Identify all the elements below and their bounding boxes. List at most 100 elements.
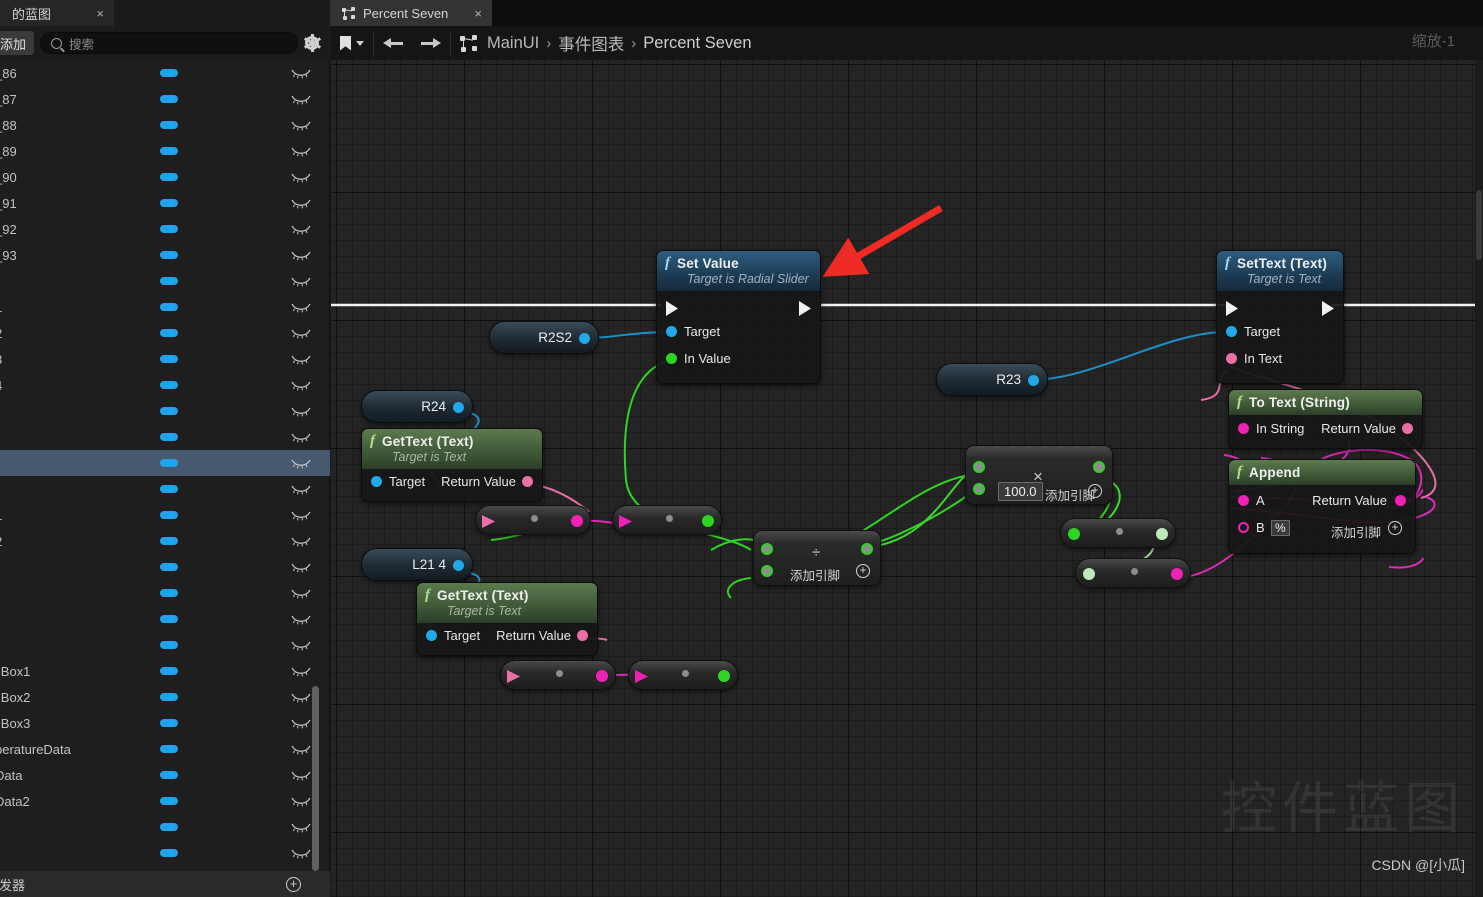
eye-closed-icon[interactable] xyxy=(290,743,312,755)
exec-input-pin[interactable] xyxy=(1226,301,1238,316)
variable-row[interactable]: 3 xyxy=(0,346,330,372)
variable-type-pill[interactable] xyxy=(160,381,178,389)
variable-type-pill[interactable] xyxy=(160,823,178,831)
output-pin-return-value[interactable] xyxy=(1395,495,1406,506)
exec-output-pin[interactable] xyxy=(799,301,811,316)
variables-list[interactable]: _86 _87 _88 _89 _90 _91 _92 _93 1 2 3 4 1 2 llBox1 llBo… xyxy=(0,60,330,866)
breadcrumb-event-graph[interactable]: 事件图表 xyxy=(553,31,629,55)
input-pin-in-text[interactable] xyxy=(1226,353,1237,364)
eye-closed-icon[interactable] xyxy=(290,613,312,625)
output-pin-float[interactable] xyxy=(702,515,714,527)
eye-closed-icon[interactable] xyxy=(290,847,312,859)
variable-type-pill[interactable] xyxy=(160,511,178,519)
conversion-node-text-to-string[interactable] xyxy=(475,505,591,535)
exec-output-pin[interactable] xyxy=(1322,301,1334,316)
input-pin-target[interactable] xyxy=(371,476,382,487)
variable-row[interactable] xyxy=(0,450,330,476)
plus-circle-icon[interactable]: + xyxy=(1088,484,1102,498)
node-get-text-1[interactable]: f GetText (Text) Target is Text Target R… xyxy=(361,428,543,502)
variable-row[interactable]: 1 xyxy=(0,502,330,528)
variable-type-pill[interactable] xyxy=(160,485,178,493)
eye-closed-icon[interactable] xyxy=(290,223,312,235)
output-pin-return-value[interactable] xyxy=(522,476,533,487)
breadcrumb-mainui[interactable]: MainUI xyxy=(482,34,544,53)
variable-type-pill[interactable] xyxy=(160,641,178,649)
input-pin-a[interactable] xyxy=(1238,495,1249,506)
blueprint-graph-canvas[interactable]: R2S2 R24 R23 L21 4 f Set Value Target is… xyxy=(331,60,1483,897)
eye-closed-icon[interactable] xyxy=(290,353,312,365)
eye-closed-icon[interactable] xyxy=(290,67,312,79)
plus-circle-icon[interactable]: + xyxy=(1388,521,1402,535)
eye-closed-icon[interactable] xyxy=(290,509,312,521)
close-icon[interactable]: × xyxy=(96,7,104,20)
variable-node-l214[interactable]: L21 4 xyxy=(361,548,473,581)
variable-type-pill[interactable] xyxy=(160,355,178,363)
back-button[interactable] xyxy=(374,26,412,60)
variable-row[interactable]: llBox1 xyxy=(0,658,330,684)
variable-row[interactable]: peratureData xyxy=(0,736,330,762)
input-value-operand[interactable]: 100.0 xyxy=(998,482,1043,501)
variable-type-pill[interactable] xyxy=(160,693,178,701)
eye-closed-icon[interactable] xyxy=(290,405,312,417)
variable-row[interactable]: _93 xyxy=(0,242,330,268)
eye-closed-icon[interactable] xyxy=(290,171,312,183)
variable-row[interactable] xyxy=(0,476,330,502)
node-multiply[interactable]: × 100.0 添加引脚 + xyxy=(965,445,1113,505)
input-pin-b[interactable] xyxy=(761,565,773,577)
input-pin-string[interactable] xyxy=(619,515,632,528)
eye-closed-icon[interactable] xyxy=(290,691,312,703)
breadcrumb-percent-seven[interactable]: Percent Seven xyxy=(638,34,756,53)
eye-closed-icon[interactable] xyxy=(290,769,312,781)
variable-type-pill[interactable] xyxy=(160,95,178,103)
variable-row[interactable]: _90 xyxy=(0,164,330,190)
eye-closed-icon[interactable] xyxy=(290,431,312,443)
output-pin-result[interactable] xyxy=(861,543,873,555)
variable-row[interactable]: llBox3 xyxy=(0,710,330,736)
input-value-b[interactable]: % xyxy=(1271,520,1290,536)
variables-scrollbar[interactable] xyxy=(312,686,319,871)
variable-type-pill[interactable] xyxy=(160,69,178,77)
variable-type-pill[interactable] xyxy=(160,251,178,259)
variable-row[interactable]: _88 xyxy=(0,112,330,138)
variable-row[interactable] xyxy=(0,606,330,632)
eye-closed-icon[interactable] xyxy=(290,119,312,131)
variable-type-pill[interactable] xyxy=(160,173,178,181)
bookmark-button[interactable] xyxy=(331,26,373,60)
conversion-node-text-to-string-2[interactable] xyxy=(500,660,616,690)
variable-row[interactable]: _86 xyxy=(0,60,330,86)
variable-type-pill[interactable] xyxy=(160,459,178,467)
node-set-value[interactable]: f Set Value Target is Radial Slider Targ… xyxy=(656,250,821,384)
variable-row[interactable] xyxy=(0,580,330,606)
input-pin-float[interactable] xyxy=(1068,528,1080,540)
variable-row[interactable]: _89 xyxy=(0,138,330,164)
conversion-node-float-to-string[interactable] xyxy=(1060,518,1176,548)
node-divide[interactable]: ÷ 添加引脚 + xyxy=(753,530,881,586)
tab-percent-seven[interactable]: Percent Seven × xyxy=(330,0,492,26)
variable-row[interactable] xyxy=(0,632,330,658)
variable-row[interactable] xyxy=(0,398,330,424)
variable-type-pill[interactable] xyxy=(160,277,178,285)
eye-closed-icon[interactable] xyxy=(290,379,312,391)
variable-type-pill[interactable] xyxy=(160,771,178,779)
eye-closed-icon[interactable] xyxy=(290,639,312,651)
tab-blueprint[interactable]: 的蓝图 × xyxy=(0,0,114,26)
output-pin-string[interactable] xyxy=(1156,528,1168,540)
variable-node-r2s2[interactable]: R2S2 xyxy=(489,321,599,354)
forward-button[interactable] xyxy=(412,26,450,60)
eye-closed-icon[interactable] xyxy=(290,249,312,261)
plus-circle-icon[interactable]: + xyxy=(856,564,870,578)
input-pin-b[interactable] xyxy=(1238,522,1249,533)
variable-row[interactable] xyxy=(0,554,330,580)
input-pin-string[interactable] xyxy=(635,670,648,683)
variable-type-pill[interactable] xyxy=(160,745,178,753)
variable-type-pill[interactable] xyxy=(160,849,178,857)
eye-closed-icon[interactable] xyxy=(290,93,312,105)
variable-row[interactable]: 2 xyxy=(0,320,330,346)
variable-type-pill[interactable] xyxy=(160,563,178,571)
search-input[interactable]: 搜索 xyxy=(40,32,298,54)
variable-type-pill[interactable] xyxy=(160,407,178,415)
eye-closed-icon[interactable] xyxy=(290,587,312,599)
variable-row[interactable]: Data2 xyxy=(0,788,330,814)
node-set-text[interactable]: f SetText (Text) Target is Text Target I… xyxy=(1216,250,1344,384)
eye-closed-icon[interactable] xyxy=(290,665,312,677)
